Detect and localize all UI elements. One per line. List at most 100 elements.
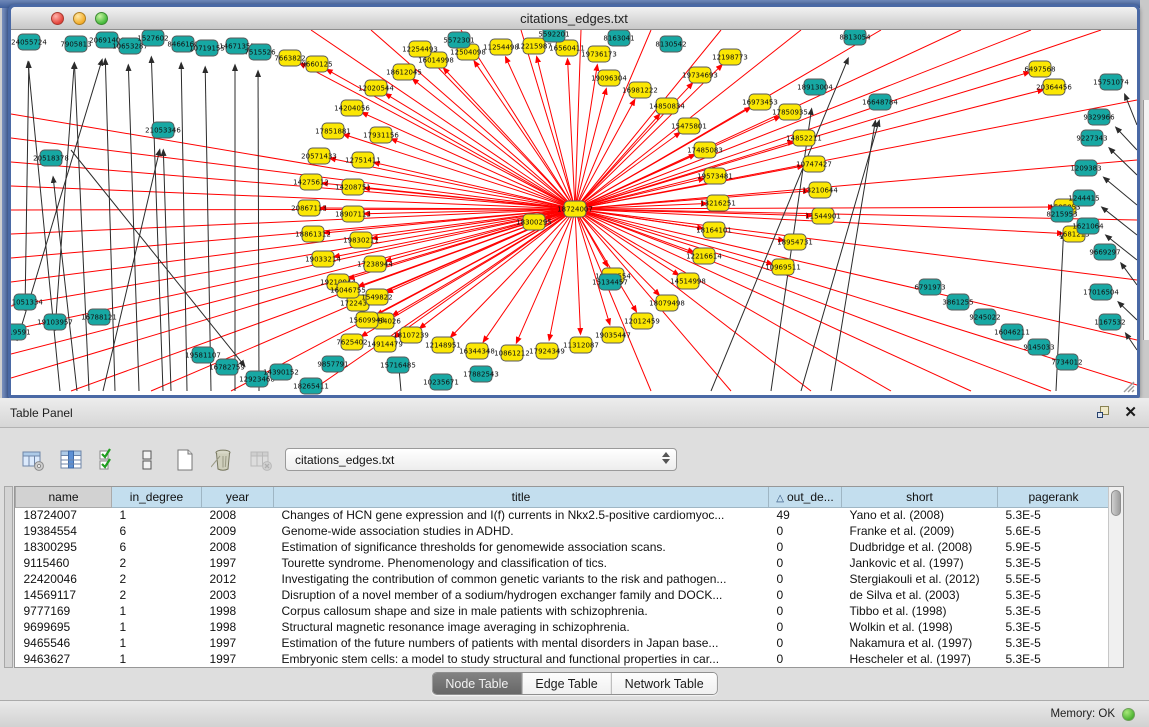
graph-edge[interactable] [258, 71, 259, 391]
column-header-in_degree[interactable]: in_degree [112, 487, 202, 507]
graph-node[interactable]: 12751411 [345, 152, 381, 168]
graph-node[interactable]: 1527602 [137, 30, 168, 46]
table-cell[interactable]: 1998 [202, 619, 274, 635]
table-cell[interactable]: 5.3E-5 [998, 603, 1110, 619]
table-cell[interactable]: 5.3E-5 [998, 507, 1110, 523]
table-cell[interactable]: 0 [769, 651, 842, 667]
scrollbar-thumb[interactable] [1111, 490, 1121, 516]
table-cell[interactable]: 2012 [202, 571, 274, 587]
table-row[interactable]: 977716911998Corpus callosum shape and si… [16, 603, 1110, 619]
table-vertical-scrollbar[interactable] [1108, 487, 1123, 667]
close-panel-icon[interactable]: ✕ [1124, 405, 1137, 420]
table-cell[interactable]: Changes of HCN gene expression and I(f) … [274, 507, 769, 523]
graph-node[interactable]: 9669297 [1089, 244, 1120, 260]
zoom-window-button[interactable] [95, 12, 108, 25]
graph-node[interactable]: 9227343 [1076, 130, 1107, 146]
table-cell[interactable]: 1997 [202, 555, 274, 571]
table-row[interactable]: 1872400712008Changes of HCN gene express… [16, 507, 1110, 523]
table-cell[interactable]: 5.9E-5 [998, 539, 1110, 555]
table-cell[interactable]: Genome-wide association studies in ADHD. [274, 523, 769, 539]
column-header-pagerank[interactable]: pagerank [998, 487, 1110, 507]
table-cell[interactable]: 2003 [202, 587, 274, 603]
table-cell[interactable]: Disruption of a novel member of a sodium… [274, 587, 769, 603]
table-cell[interactable]: Embryonic stem cells: a model to study s… [274, 651, 769, 667]
table-cell[interactable]: 0 [769, 523, 842, 539]
table-cell[interactable]: 9115460 [16, 555, 112, 571]
graph-edge[interactable] [420, 209, 575, 328]
table-cell[interactable]: 1 [112, 507, 202, 523]
table-cell[interactable]: 0 [769, 619, 842, 635]
graph-node[interactable]: 15716485 [380, 357, 416, 373]
graph-edge[interactable] [163, 150, 171, 391]
graph-node[interactable]: 7515526 [244, 44, 276, 60]
float-panel-icon[interactable] [1097, 406, 1110, 419]
graph-node[interactable]: 17238944 [357, 256, 393, 272]
table-cell[interactable]: 22420046 [16, 571, 112, 587]
table-cell[interactable]: 5.3E-5 [998, 651, 1110, 667]
table-cell[interactable]: Structural magnetic resonance image aver… [274, 619, 769, 635]
graph-node[interactable]: 19736173 [581, 46, 617, 62]
graph-node[interactable]: 17882543 [463, 366, 499, 382]
graph-edge[interactable] [11, 209, 575, 258]
table-cell[interactable]: 1997 [202, 635, 274, 651]
graph-node[interactable]: 3861255 [942, 294, 973, 310]
table-row[interactable]: 1938455462009Genome-wide association stu… [16, 523, 1110, 539]
graph-edge[interactable] [413, 79, 575, 209]
table-cell[interactable]: 5.3E-5 [998, 587, 1110, 603]
graph-node[interactable]: 16788121 [81, 309, 117, 325]
table-mode-icon[interactable] [134, 447, 159, 472]
graph-node[interactable]: 12198773 [712, 49, 748, 65]
graph-node[interactable]: 16344348 [459, 343, 495, 359]
graph-node[interactable]: 1167532 [1094, 314, 1125, 330]
table-cell[interactable]: 2 [112, 571, 202, 587]
table-row[interactable]: 946362711997Embryonic stem cells: a mode… [16, 651, 1110, 667]
graph-node[interactable]: 20571433 [301, 148, 337, 164]
table-cell[interactable]: 0 [769, 635, 842, 651]
table-cell[interactable]: 5.3E-5 [998, 555, 1110, 571]
table-cell[interactable]: 2008 [202, 539, 274, 555]
table-cell[interactable]: 1 [112, 651, 202, 667]
table-row[interactable]: 1830029562008Estimation of significance … [16, 539, 1110, 555]
graph-node[interactable]: 17016504 [1083, 284, 1119, 300]
graph-node[interactable]: 7734012 [1051, 354, 1082, 370]
table-cell[interactable]: Corpus callosum shape and size in male p… [274, 603, 769, 619]
graph-node[interactable]: 9245022 [969, 309, 1000, 325]
table-row[interactable]: 969969511998Structural magnetic resonanc… [16, 619, 1110, 635]
table-cell[interactable]: Wolkin et al. (1998) [842, 619, 998, 635]
window-titlebar[interactable]: citations_edges.txt [11, 7, 1137, 30]
graph-edge[interactable] [575, 209, 1051, 391]
table-cell[interactable]: 1 [112, 603, 202, 619]
delete-column-icon[interactable] [210, 447, 235, 472]
graph-node[interactable]: 17851881 [315, 123, 351, 139]
table-cell[interactable]: Investigating the contribution of common… [274, 571, 769, 587]
column-header-year[interactable]: year [202, 487, 274, 507]
table-cell[interactable]: 49 [769, 507, 842, 523]
table-row[interactable]: 2242004622012Investigating the contribut… [16, 571, 1110, 587]
table-cell[interactable]: 9699695 [16, 619, 112, 635]
select-rows-icon[interactable] [96, 447, 121, 472]
table-cell[interactable]: 6 [112, 523, 202, 539]
table-cell[interactable]: 5.5E-5 [998, 571, 1110, 587]
graph-node[interactable]: 20364456 [1036, 79, 1072, 95]
graph-edge[interactable] [575, 209, 971, 391]
graph-node[interactable]: 18954731 [777, 234, 813, 250]
graph-edge[interactable] [521, 30, 575, 209]
table-cell[interactable]: 1 [112, 619, 202, 635]
table-cell[interactable]: 2 [112, 587, 202, 603]
graph-node[interactable]: 6497568 [1024, 61, 1055, 77]
table-cell[interactable]: 1997 [202, 651, 274, 667]
table-cell[interactable]: 2009 [202, 523, 274, 539]
graph-node[interactable]: 15475801 [671, 118, 707, 134]
graph-node[interactable]: 19033214 [305, 251, 341, 267]
table-cell[interactable]: 9777169 [16, 603, 112, 619]
tab-network-table[interactable]: Network Table [612, 673, 717, 694]
graph-edge[interactable] [575, 209, 694, 252]
table-cell[interactable]: 2008 [202, 507, 274, 523]
graph-node[interactable]: 1244415 [1068, 190, 1099, 206]
graph-node[interactable]: 21053346 [145, 122, 181, 138]
graph-node[interactable]: 20867113 [291, 200, 327, 216]
graph-node[interactable]: 9660125 [301, 56, 332, 72]
graph-node[interactable]: 1209383 [1070, 160, 1101, 176]
graph-node[interactable]: 9857791 [317, 356, 348, 372]
graph-node[interactable]: 18861312 [295, 226, 331, 242]
